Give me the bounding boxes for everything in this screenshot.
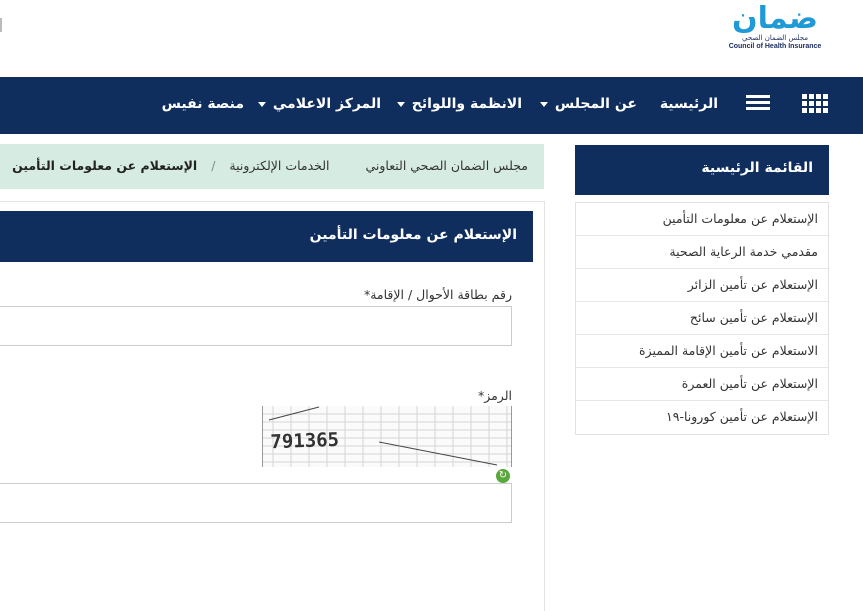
id-number-input[interactable]	[0, 306, 512, 346]
logo-arabic: ضمان	[732, 1, 818, 36]
captcha-image: 791365	[262, 406, 512, 467]
nav-nafis-label: منصة نفيس	[161, 96, 244, 112]
nav-home[interactable]: الرئيسية	[660, 96, 718, 116]
sidebar-menu: الإستعلام عن معلومات التأمين مقدمي خدمة …	[575, 202, 829, 435]
sidebar-item-covid-insurance[interactable]: الإستعلام عن تأمين كورونا-١٩	[576, 401, 828, 434]
id-number-label: رقم بطاقة الأحوال / الإقامة*	[363, 287, 512, 302]
apps-grid-icon[interactable]	[802, 94, 828, 116]
council-logo[interactable]: ضمان مجلس الضمان الصحي Council of Health…	[725, 4, 825, 56]
main-navbar: الرئيسية عن المجلس الانظمة واللوائح المر…	[0, 77, 863, 134]
refresh-captcha-icon[interactable]: ↻	[496, 469, 510, 483]
nav-regulations-label: الانظمة واللوائح	[411, 96, 522, 112]
captcha-graphic: 791365	[263, 406, 511, 467]
sidebar-item-premium-residency[interactable]: الاستعلام عن تأمين الإقامة المميزة	[576, 335, 828, 368]
hamburger-menu-icon[interactable]	[746, 95, 770, 117]
nav-about-label: عن المجلس	[554, 96, 637, 112]
site-header: ضمان مجلس الضمان الصحي Council of Health…	[0, 0, 863, 77]
header-edge-mark	[0, 18, 2, 32]
captcha-label: الرمز*	[477, 388, 512, 403]
nav-regulations[interactable]: الانظمة واللوائح	[396, 96, 522, 116]
breadcrumb-link-eservices[interactable]: الخدمات الإلكترونية	[229, 158, 329, 173]
nav-nafis-platform[interactable]: منصة نفيس	[162, 96, 244, 116]
sidebar-item-visitor-insurance[interactable]: الإستعلام عن تأمين الزائر	[576, 269, 828, 302]
nav-media-center[interactable]: المركز الاعلامي	[257, 96, 381, 116]
sidebar-title: القائمة الرئيسية	[575, 145, 829, 195]
breadcrumb-separator	[344, 158, 352, 173]
sidebar-item-umrah-insurance[interactable]: الإستعلام عن تأمين العمرة	[576, 368, 828, 401]
panel-divider	[544, 201, 545, 611]
breadcrumb: مجلس الضمان الصحي التعاوني الخدمات الإلك…	[0, 144, 544, 189]
captcha-text: 791365	[270, 429, 339, 453]
nav-media-center-label: المركز الاعلامي	[272, 96, 381, 112]
breadcrumb-current: الإستعلام عن معلومات التأمين	[12, 158, 198, 173]
sidebar-item-tourist-insurance[interactable]: الإستعلام عن تأمين سائح	[576, 302, 828, 335]
captcha-input[interactable]	[0, 483, 512, 523]
nav-about[interactable]: عن المجلس	[539, 96, 637, 116]
logo-english: Council of Health Insurance	[728, 43, 822, 50]
chevron-down-icon	[396, 101, 405, 107]
breadcrumb-link-council[interactable]: مجلس الضمان الصحي التعاوني	[365, 158, 528, 173]
breadcrumb-separator: /	[211, 158, 216, 173]
form-title: الإستعلام عن معلومات التأمين	[0, 211, 533, 262]
chevron-down-icon	[257, 101, 266, 107]
sidebar-item-insurance-info[interactable]: الإستعلام عن معلومات التأمين	[576, 203, 828, 236]
sidebar-item-healthcare-providers[interactable]: مقدمي خدمة الرعاية الصحية	[576, 236, 828, 269]
nav-home-label: الرئيسية	[659, 96, 718, 112]
chevron-down-icon	[539, 101, 548, 107]
